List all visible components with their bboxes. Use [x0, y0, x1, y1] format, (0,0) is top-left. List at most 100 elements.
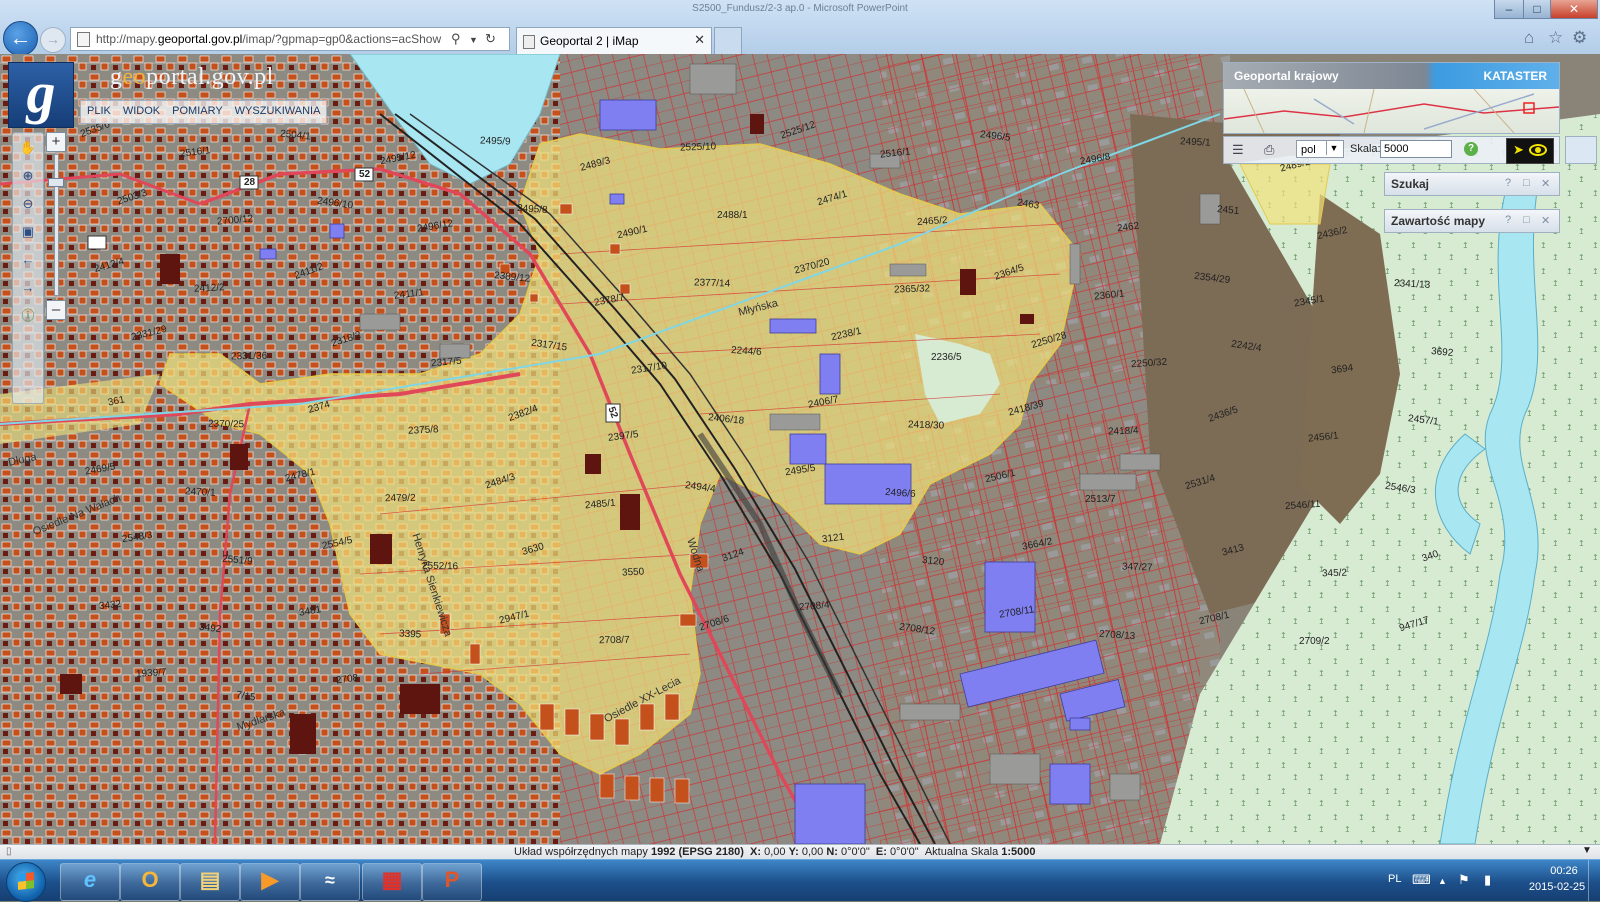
e-label: E: — [875, 846, 887, 858]
parcel-label: 2412/2 — [193, 282, 225, 295]
refresh-icon[interactable]: ↻ — [485, 31, 496, 47]
home-icon[interactable]: ⌂ — [1524, 28, 1534, 48]
taskbar-media-player[interactable]: ▶ — [240, 863, 300, 901]
visibility-toggle-button[interactable]: ➤ — [1506, 138, 1554, 164]
geoportal-logo[interactable]: g — [8, 62, 74, 128]
zoom-minus-button[interactable]: – — [46, 300, 66, 320]
map-content-panel[interactable]: Zawartość mapy ? □ ✕ — [1384, 209, 1560, 233]
parcel-label: 2418/30 — [907, 419, 945, 432]
site-name-part: g — [110, 64, 123, 90]
layers-list-icon[interactable]: ☰ — [1232, 142, 1244, 158]
pan-hand-icon[interactable]: ✋ — [19, 139, 37, 157]
help-icon[interactable]: ? — [1464, 142, 1478, 156]
minimize-icon[interactable]: – — [1494, 0, 1524, 19]
eye-icon — [1529, 144, 1547, 156]
zoom-out-icon[interactable]: ⊖ — [19, 195, 37, 213]
maximize-icon[interactable]: □ — [1523, 177, 1530, 189]
address-bar[interactable]: http://mapy.geoportal.gov.pl/imap/?gpmap… — [70, 27, 510, 51]
zoom-thumb[interactable] — [48, 178, 64, 187]
overview-title[interactable]: Geoportal krajowy — [1234, 69, 1339, 83]
zoom-slider[interactable]: + – — [46, 132, 66, 322]
resize-grip-icon[interactable]: ▯ — [6, 846, 12, 857]
taskbar-network-app[interactable]: ▦ — [362, 863, 422, 901]
next-view-icon[interactable]: → — [19, 279, 37, 297]
scroll-arrow-icon[interactable]: ▼ — [1582, 845, 1592, 856]
search-panel[interactable]: Szukaj ? □ ✕ — [1384, 172, 1560, 196]
x-value: 0,00 — [764, 846, 786, 858]
scale-input[interactable]: 5000 — [1380, 140, 1452, 158]
clock-date[interactable]: 2015-02-25 — [1518, 881, 1596, 893]
menu-plik[interactable]: PLIK — [81, 101, 117, 123]
favorites-star-icon[interactable]: ☆ — [1548, 28, 1563, 48]
action-center-flag-icon[interactable]: ⚑ — [1458, 872, 1470, 888]
scale-label: Skala: — [1350, 143, 1381, 155]
settings-gear-icon[interactable]: ⚙ — [1572, 28, 1587, 48]
help-icon[interactable]: ? — [1505, 177, 1511, 189]
parcel-label: 2375/8 — [407, 424, 439, 437]
close-icon[interactable]: ✕ — [1541, 214, 1550, 227]
map-canvas[interactable]: ↥ ↥ — [0, 54, 1600, 844]
overview-panel: Geoportal krajowy KATASTER — [1223, 62, 1560, 134]
tab-geoportal[interactable]: Geoportal 2 | iMap ✕ — [516, 27, 712, 54]
chevron-down-icon[interactable]: ▼ — [1326, 141, 1341, 155]
language-value: pol — [1301, 144, 1316, 156]
parcel-label: 3432 — [98, 598, 122, 613]
side-eye-icon[interactable] — [1565, 136, 1597, 164]
dropdown-arrow-icon[interactable]: ▼ — [469, 35, 478, 45]
maximize-icon[interactable]: □ — [1523, 214, 1530, 226]
zoom-plus-button[interactable]: + — [46, 132, 66, 152]
help-icon[interactable]: ? — [1505, 214, 1511, 226]
new-tab-button[interactable] — [714, 27, 742, 54]
print-icon[interactable]: ⎙ — [1264, 142, 1274, 158]
tab-close-icon[interactable]: ✕ — [694, 32, 705, 48]
scale-prefix: Aktualna Skala — [924, 846, 999, 858]
back-icon[interactable]: ← — [3, 21, 38, 56]
taskbar-wifi[interactable]: ≈ — [300, 863, 360, 901]
battery-icon[interactable]: ▮ — [1484, 872, 1491, 888]
logo-letter: g — [26, 60, 56, 125]
show-desktop-button[interactable] — [1588, 860, 1600, 901]
system-tray: PL ⌨ ▲ ⚑ ▮ 00:26 2015-02-25 — [1380, 860, 1600, 901]
parcel-label: 3550 — [621, 566, 645, 579]
overview-map[interactable] — [1224, 89, 1559, 133]
parcel-label: 3692 — [1430, 346, 1454, 359]
keyboard-language[interactable]: PL — [1388, 873, 1401, 885]
close-icon[interactable]: ✕ — [1550, 0, 1598, 19]
keyboard-icon[interactable]: ⌨ — [1412, 872, 1431, 888]
menu-pomiary[interactable]: POMIARY — [166, 101, 229, 123]
search-panel-title: Szukaj — [1391, 177, 1430, 191]
previous-view-icon[interactable]: ← — [19, 251, 37, 269]
parcel-label: 2244/6 — [730, 344, 762, 359]
taskbar-internet-explorer[interactable]: e — [60, 863, 120, 901]
taskbar-outlook[interactable]: O — [120, 863, 180, 901]
parcel-label: 2365/32 — [893, 283, 931, 296]
crs-value: 1992 (EPSG 2180) — [650, 846, 744, 858]
url-path: /imap/?gpmap=gp0&actions=acShow — [242, 32, 442, 46]
close-icon[interactable]: ✕ — [1541, 177, 1550, 190]
zoom-extent-icon[interactable]: ▣ — [19, 223, 37, 241]
menu-widok[interactable]: WIDOK — [117, 101, 166, 123]
url-text[interactable]: http://mapy.geoportal.gov.pl/imap/?gpmap… — [96, 32, 441, 46]
browser-chrome: S2500_Fundusz/2-3 ap.0 - Microsoft Power… — [0, 0, 1600, 56]
taskbar-powerpoint[interactable]: P — [422, 863, 482, 901]
road-number-badge: 52 — [359, 169, 371, 180]
powerpoint-icon: P — [444, 867, 460, 892]
info-icon[interactable]: ⓘ — [19, 307, 37, 325]
outlook-icon: O — [141, 867, 159, 892]
start-button[interactable] — [6, 862, 46, 902]
parcel-label: 3120 — [921, 554, 945, 569]
tray-expand-icon[interactable]: ▲ — [1438, 876, 1447, 886]
internet-explorer-icon: e — [83, 867, 97, 892]
forward-icon[interactable]: → — [40, 27, 66, 53]
site-name: geoportal.gov.pl — [110, 64, 274, 91]
search-icon[interactable]: ⚲ — [451, 31, 461, 47]
arrow-right-icon: ➤ — [1513, 142, 1524, 157]
folder-icon: ▤ — [199, 867, 221, 892]
maximize-icon[interactable]: □ — [1523, 0, 1551, 19]
zoom-in-icon[interactable]: ⊕ — [19, 167, 37, 185]
parcel-label: 2451 — [1216, 204, 1240, 217]
zoom-track[interactable] — [54, 154, 59, 296]
taskbar-file-explorer[interactable]: ▤ — [180, 863, 240, 901]
menu-wyszukiwania[interactable]: WYSZUKIWANIA — [229, 101, 327, 123]
kataster-button[interactable]: KATASTER — [1483, 69, 1547, 83]
